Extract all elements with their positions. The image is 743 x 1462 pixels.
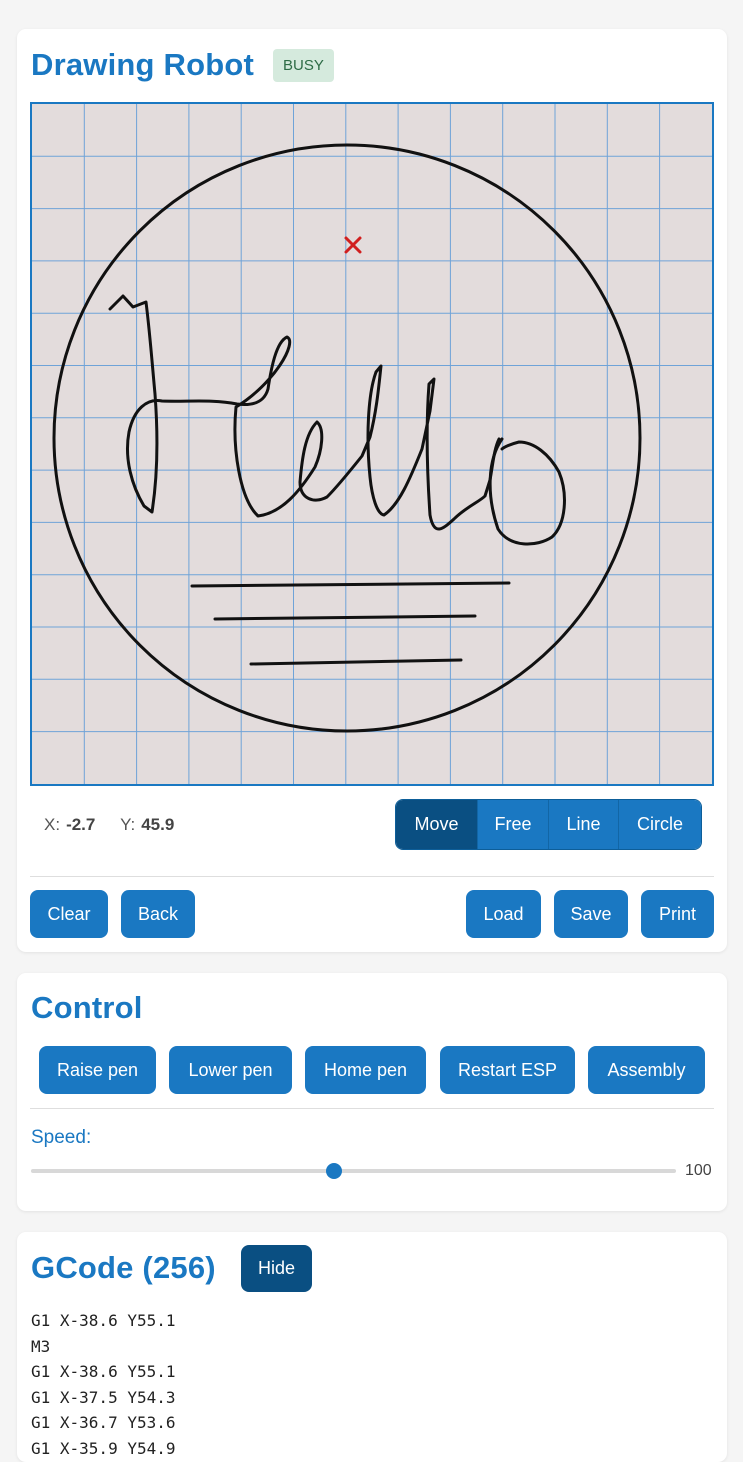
drawing-canvas[interactable] [30, 102, 714, 786]
gcode-line: G1 X-38.6 Y55.1 [31, 1362, 176, 1381]
mode-line-button[interactable]: Line [548, 800, 618, 849]
cursor-coordinates: X: -2.7 Y: 45.9 [44, 815, 174, 835]
mode-move-button[interactable]: Move [396, 800, 477, 849]
mode-free-button[interactable]: Free [477, 800, 548, 849]
y-value: 45.9 [141, 815, 175, 834]
draw-divider [30, 876, 714, 877]
assembly-button[interactable]: Assembly [588, 1046, 705, 1094]
speed-slider-thumb[interactable] [326, 1163, 343, 1179]
load-button[interactable]: Load [466, 890, 541, 938]
lower-pen-button[interactable]: Lower pen [169, 1046, 292, 1094]
gcode-line: M3 [31, 1336, 51, 1356]
drawing-robot-title: Drawing Robot [31, 47, 255, 82]
drawing-canvas-svg[interactable] [32, 104, 712, 784]
speed-label: Speed: [31, 1127, 92, 1148]
back-button[interactable]: Back [121, 890, 195, 938]
print-button[interactable]: Print [641, 890, 714, 938]
x-label: X: [44, 815, 61, 834]
gcode-card: GCode (256) Hide G1 X-38.6 Y55.1 M3 G1 X-3… [17, 1232, 727, 1462]
drawing-robot-card: Drawing Robot BUSY X: -2.7 Y: 45.9 Move Fr… [17, 29, 727, 952]
drawn-underline-2 [213, 614, 477, 621]
gcode-line: G1 X-36.7 Y53.6 [31, 1413, 176, 1432]
home-pen-button[interactable]: Home pen [305, 1046, 426, 1094]
status-badge: BUSY [273, 49, 334, 82]
drawn-o-stroke [488, 437, 566, 546]
gcode-line: G1 X-38.6 Y55.1 [31, 1311, 176, 1330]
control-title: Control [31, 990, 143, 1025]
gcode-line: G1 X-37.5 Y54.3 [31, 1387, 176, 1407]
pen-position-marker-icon [344, 236, 362, 254]
hide-gcode-button[interactable]: Hide [241, 1245, 312, 1292]
gcode-title: GCode (256) [31, 1250, 216, 1285]
gcode-listing: G1 X-38.6 Y55.1 M3 G1 X-38.6 Y55.1 G1 X-37.… [31, 1308, 176, 1461]
restart-esp-button[interactable]: Restart ESP [440, 1046, 575, 1094]
control-divider [30, 1108, 714, 1109]
draw-mode-group: Move Free Line Circle [395, 799, 702, 850]
clear-button[interactable]: Clear [30, 890, 108, 938]
drawn-circle [52, 143, 642, 733]
gcode-line: G1 X-35.9 Y54.9 [31, 1438, 176, 1458]
canvas-grid [32, 104, 712, 784]
control-card: Control Raise pen Lower pen Home pen Res… [17, 973, 727, 1211]
drawn-underline-3 [249, 658, 463, 666]
raise-pen-button[interactable]: Raise pen [39, 1046, 156, 1094]
x-value: -2.7 [66, 815, 96, 834]
drawn-hello-stroke [108, 294, 501, 531]
drawn-underline-1 [190, 581, 511, 588]
speed-slider-track[interactable] [31, 1169, 676, 1173]
save-button[interactable]: Save [554, 890, 628, 938]
drawing-strokes [52, 143, 642, 733]
y-label: Y: [120, 815, 136, 834]
mode-circle-button[interactable]: Circle [618, 800, 701, 849]
speed-value: 100 [685, 1162, 712, 1179]
